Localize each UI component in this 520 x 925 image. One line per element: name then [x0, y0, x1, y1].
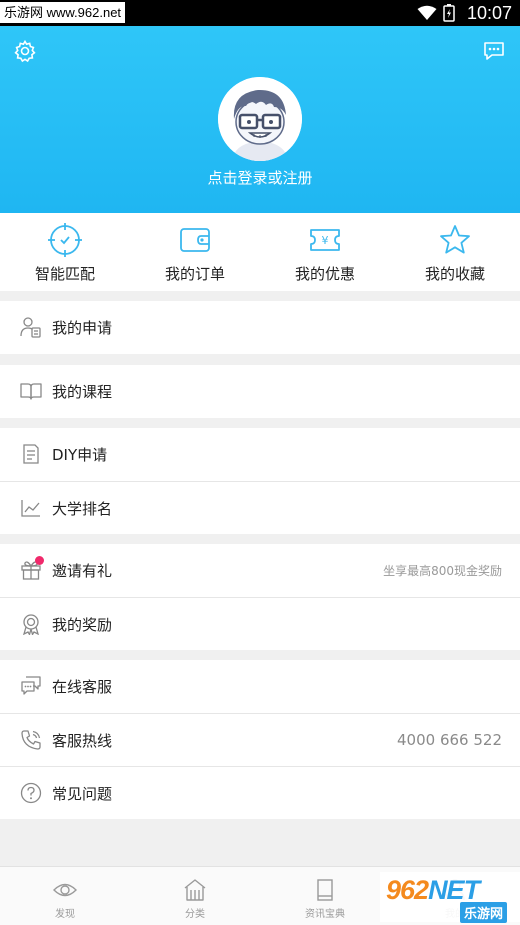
menu-label: 大学排名 [52, 499, 113, 518]
nav-label: 发现 [55, 909, 75, 920]
wallet-icon [180, 228, 210, 252]
menu-item-my-application[interactable]: 我的申请 [0, 301, 520, 354]
watermark-logo: 962NET 乐游网 [380, 872, 520, 923]
menu-label: 常见问题 [52, 784, 113, 803]
hotline-number[interactable]: 4000 666 522 [397, 731, 502, 749]
wifi-icon [417, 5, 437, 20]
login-register-link[interactable]: 点击登录或注册 [0, 167, 520, 188]
chart-icon [21, 500, 40, 517]
status-bar: 乐游网 www.962.net 10:07 [0, 0, 520, 26]
menu-section-application: 我的申请 [0, 301, 520, 354]
book-icon [20, 383, 42, 400]
medal-icon [23, 614, 39, 635]
watermark-top: 乐游网 www.962.net [0, 2, 126, 23]
quick-label: 我的订单 [164, 265, 225, 283]
nav-label: 分类 [185, 909, 205, 920]
invite-promo-text: 坐享最高800现金奖励 [383, 564, 502, 578]
gear-icon[interactable] [13, 39, 37, 63]
menu-label: 邀请有礼 [52, 562, 113, 580]
nav-discover[interactable]: 发现 [0, 867, 130, 925]
quick-label: 我的收藏 [424, 265, 485, 283]
menu-label: 在线客服 [52, 678, 113, 696]
target-icon [48, 223, 82, 257]
menu-item-hotline[interactable]: 客服热线 4000 666 522 [0, 713, 520, 766]
menu-item-my-courses[interactable]: 我的课程 [0, 365, 520, 418]
menu-item-online-service[interactable]: 在线客服 [0, 660, 520, 713]
user-doc-icon [20, 317, 41, 338]
menu-item-my-rewards[interactable]: 我的奖励 [0, 597, 520, 650]
nav-categories[interactable]: 分类 [130, 867, 260, 925]
home-icon [184, 879, 206, 901]
phone-icon [21, 730, 41, 750]
cartoon-avatar [218, 77, 302, 161]
star-icon [440, 225, 470, 254]
avatar[interactable] [218, 77, 302, 161]
menu-item-university-ranking[interactable]: 大学排名 [0, 481, 520, 534]
menu-section-tools: DIY申请 大学排名 [0, 428, 520, 534]
coupon-icon: ¥ [310, 229, 340, 251]
quick-my-coupons[interactable]: ¥ 我的优惠 [260, 213, 390, 291]
question-icon [20, 782, 42, 804]
nav-label: 资讯宝典 [305, 909, 345, 920]
menu-label: 我的申请 [52, 319, 113, 337]
quick-label: 我的优惠 [294, 265, 355, 283]
menu-section-support: 在线客服 客服热线 4000 666 522 常见问题 [0, 660, 520, 819]
quick-actions: 智能匹配 我的订单 ¥ 我的优惠 我的收藏 [0, 213, 520, 291]
menu-item-faq[interactable]: 常见问题 [0, 766, 520, 819]
menu-item-invite[interactable]: 邀请有礼 坐享最高800现金奖励 [0, 544, 520, 597]
nav-news[interactable]: 资讯宝典 [260, 867, 390, 925]
quick-smart-match[interactable]: 智能匹配 [0, 213, 130, 291]
quick-my-orders[interactable]: 我的订单 [130, 213, 260, 291]
menu-label: 我的奖励 [52, 615, 113, 634]
document-icon [23, 444, 39, 464]
profile-header: 点击登录或注册 [0, 26, 520, 213]
menu-label: 客服热线 [52, 731, 113, 750]
menu-section-courses: 我的课程 [0, 365, 520, 418]
eye-icon [53, 883, 77, 897]
notification-dot [35, 556, 44, 565]
menu-section-rewards: 邀请有礼 坐享最高800现金奖励 我的奖励 [0, 544, 520, 650]
menu-label: 我的课程 [52, 383, 113, 401]
clock: 10:07 [466, 2, 512, 23]
watermark-sub: 乐游网 [460, 902, 508, 923]
chat-bubble-icon[interactable] [482, 39, 506, 63]
quick-label: 智能匹配 [34, 265, 95, 283]
svg-text:¥: ¥ [322, 234, 329, 247]
book-icon [317, 879, 333, 901]
chat-icon [21, 676, 41, 695]
menu-item-diy-application[interactable]: DIY申请 [0, 428, 520, 481]
quick-my-favorites[interactable]: 我的收藏 [390, 213, 520, 291]
battery-icon [443, 4, 455, 22]
status-icons: 10:07 [417, 0, 512, 26]
menu-label: DIY申请 [52, 446, 108, 464]
